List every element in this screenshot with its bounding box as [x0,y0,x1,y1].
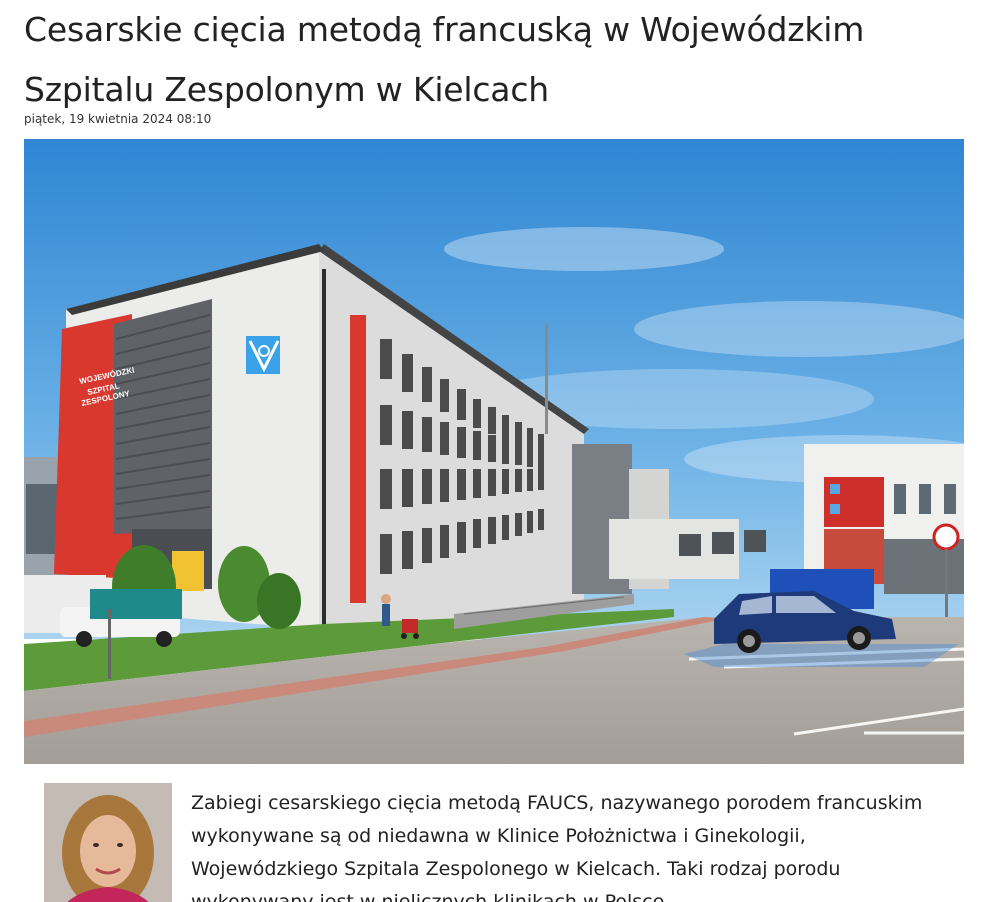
article-title: Cesarskie cięcia metodą francuską w Woje… [24,10,865,109]
hospital-photo: WOJEWÓDZKI SZPITAL ZESPOLONY [24,139,964,764]
portrait-image [44,783,172,902]
author-portrait [44,783,172,902]
article-lead: Zabiegi cesarskiego cięcia metodą FAUCS,… [191,792,923,902]
hero-image[interactable]: WOJEWÓDZKI SZPITAL ZESPOLONY [24,139,964,764]
article-date: piątek, 19 kwietnia 2024 08:10 [24,112,212,126]
hospital-logo-icon [246,336,280,374]
article: Cesarskie cięcia metodą francuską w Woje… [0,0,983,902]
lead-section: Zabiegi cesarskiego cięcia metodą FAUCS,… [44,783,964,902]
